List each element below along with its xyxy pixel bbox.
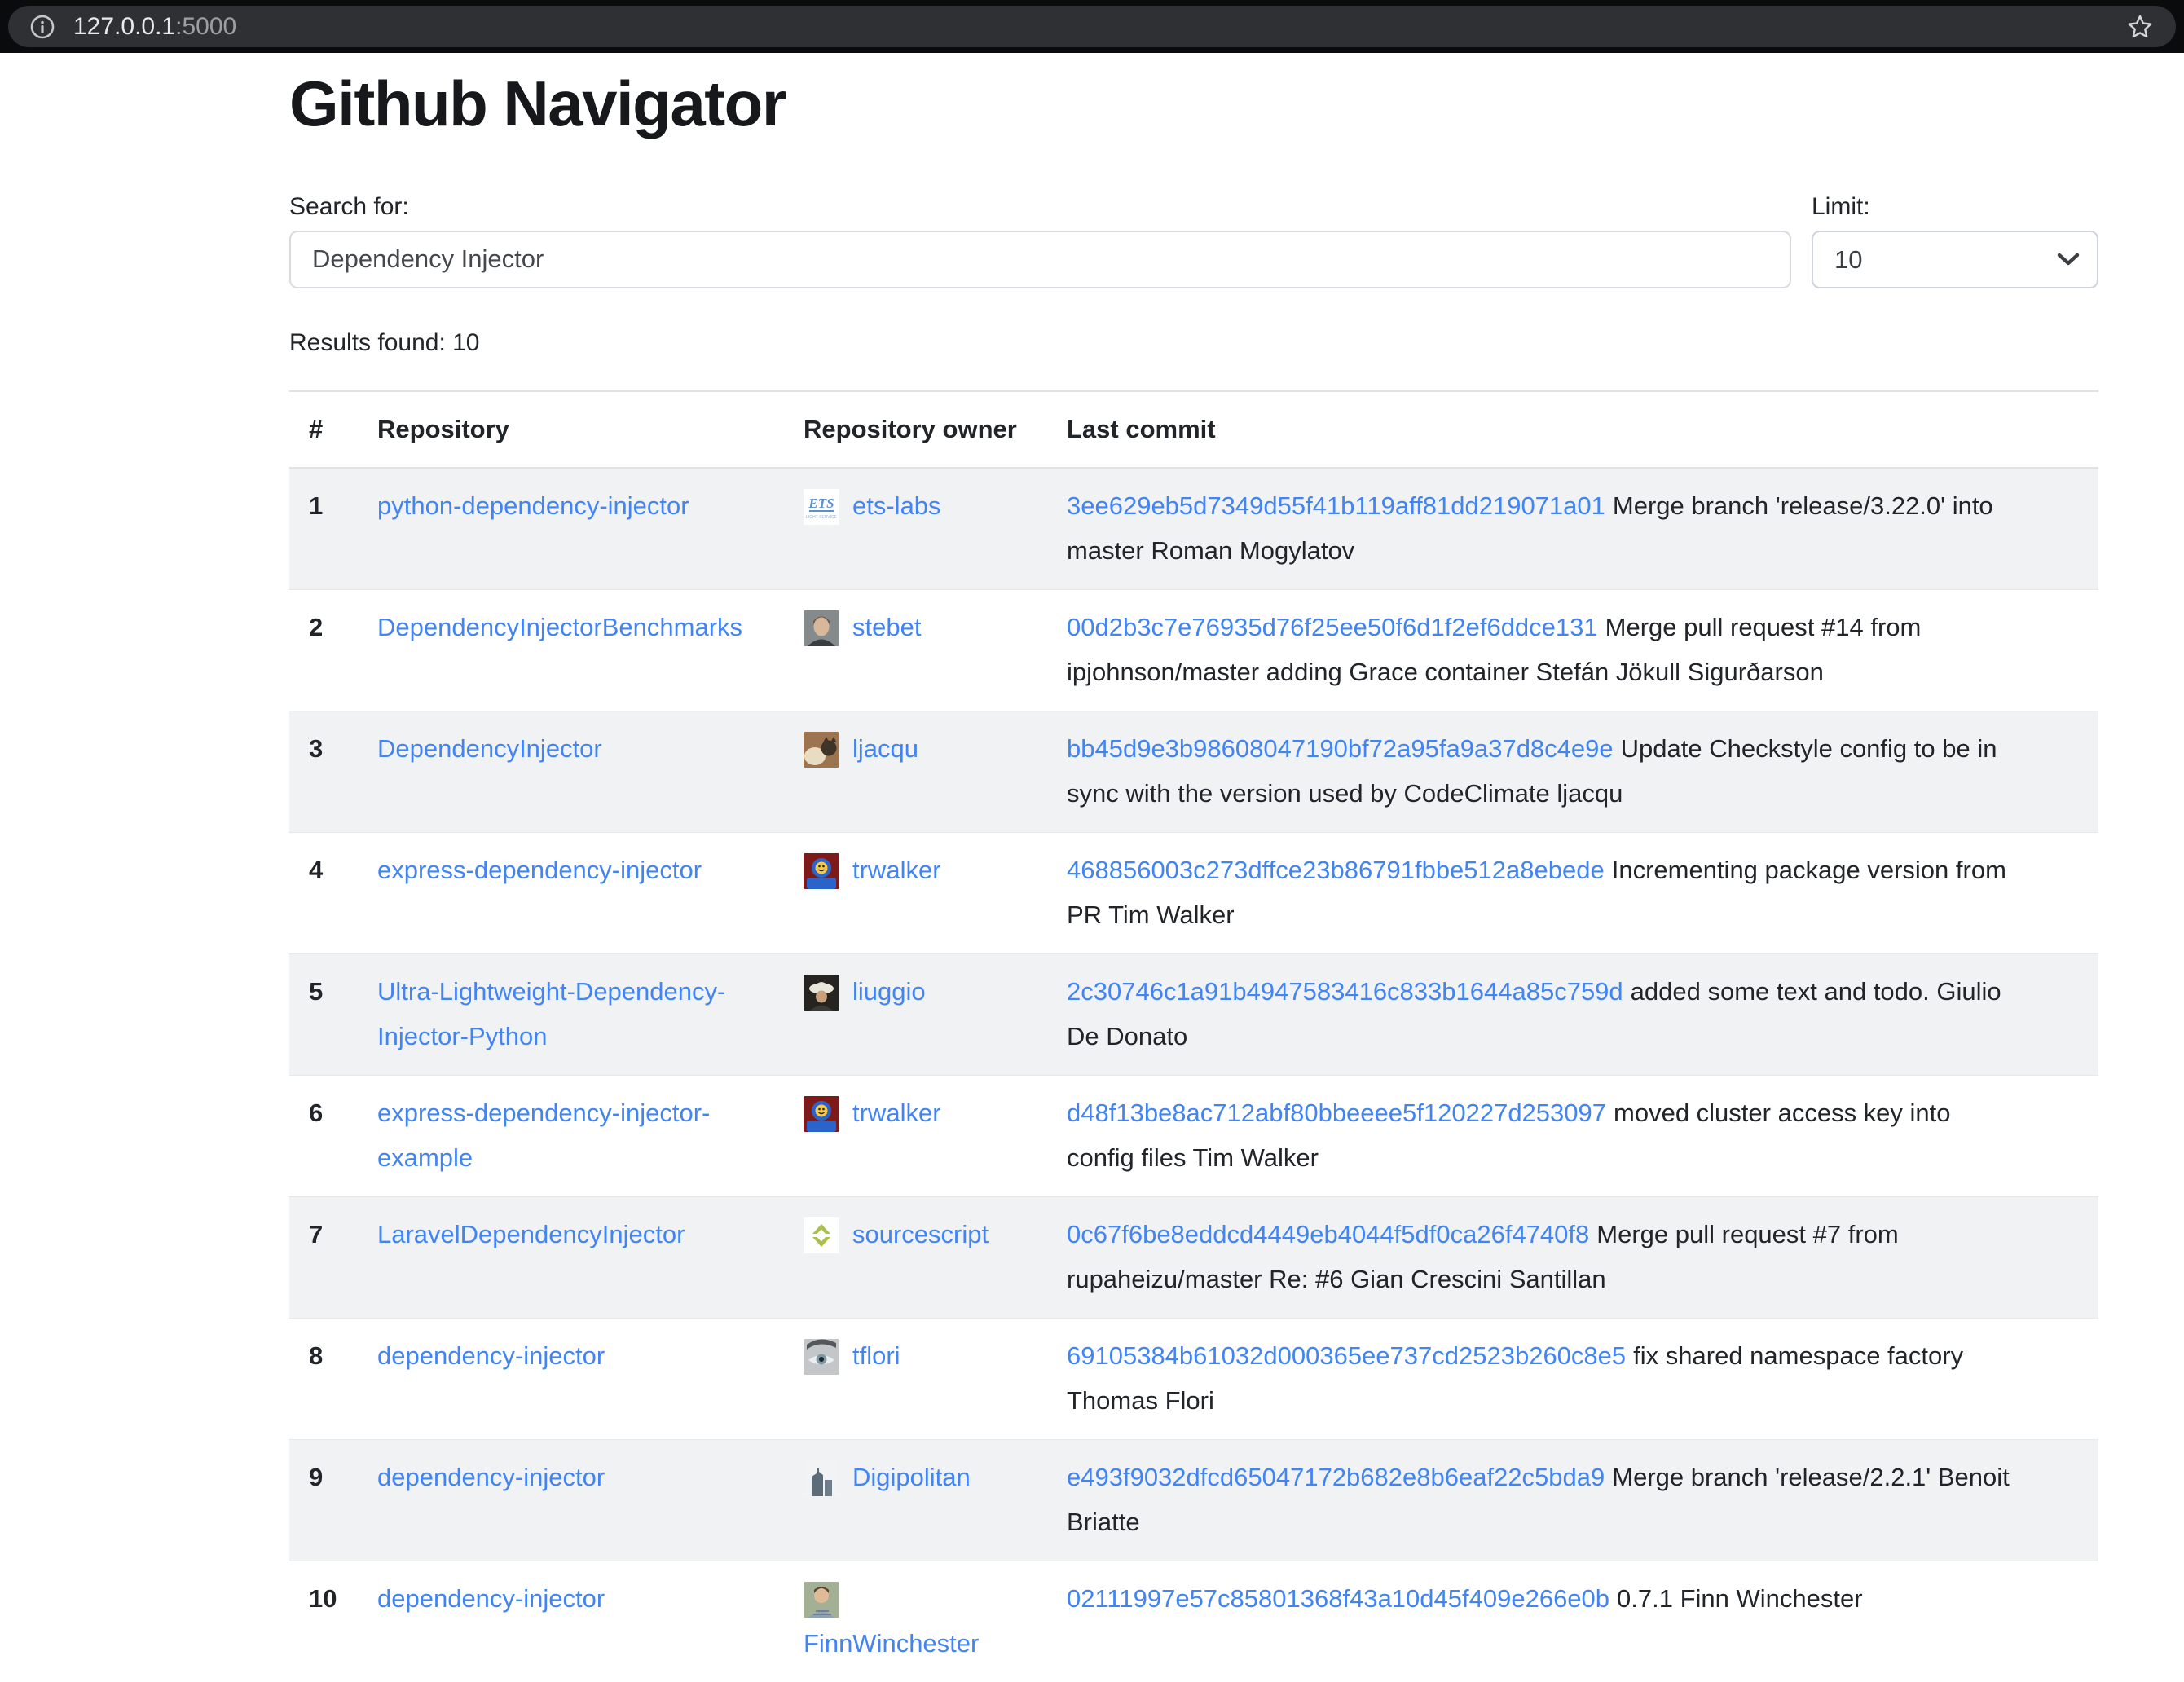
row-number: 9 (289, 1439, 358, 1561)
main-container: Github Navigator Search for: Limit: 10 R… (289, 66, 2098, 1682)
owner-link[interactable]: ljacqu (852, 734, 918, 763)
results-count: Results found: 10 (289, 328, 2098, 358)
ljacqu-avatar-image (804, 732, 839, 768)
repository-link[interactable]: express-dependency-injector (377, 856, 702, 884)
col-header-lastcommit: Last commit (1047, 391, 2098, 468)
table-header-row: # Repository Repository owner Last commi… (289, 391, 2098, 468)
url-port: :5000 (175, 13, 236, 41)
stebet-avatar-image (804, 610, 839, 646)
commit-hash-link[interactable]: bb45d9e3b98608047190bf72a95fa9a37d8c4e9e (1067, 734, 1614, 763)
repository-link[interactable]: dependency-injector (377, 1463, 605, 1491)
owner-link[interactable]: trwalker (852, 1099, 941, 1127)
commit-hash-link[interactable]: 2c30746c1a91b4947583416c833b1644a85c759d (1067, 977, 1623, 1006)
table-row: 3 DependencyInjector ljacqu bb45d9e3b986… (289, 711, 2098, 832)
table-row: 7 LaravelDependencyInjector sourcescript… (289, 1196, 2098, 1318)
owner-link[interactable]: sourcescript (852, 1220, 989, 1248)
commit-hash-link[interactable]: 00d2b3c7e76935d76f25ee50f6d1f2ef6ddce131 (1067, 613, 1598, 641)
owner-link[interactable]: liuggio (852, 977, 926, 1006)
commit-hash-link[interactable]: 69105384b61032d000365ee737cd2523b260c8e5 (1067, 1341, 1626, 1370)
row-number: 8 (289, 1318, 358, 1439)
row-number: 3 (289, 711, 358, 832)
owner-link[interactable]: ets-labs (852, 491, 941, 520)
site-info-icon[interactable] (29, 14, 55, 40)
owner-link[interactable]: stebet (852, 613, 921, 641)
trwalker-avatar-image (804, 1096, 839, 1132)
repository-link[interactable]: python-dependency-injector (377, 491, 689, 520)
browser-chrome: 127.0.0.1:5000 (0, 0, 2184, 53)
table-row: 2 DependencyInjectorBenchmarks stebet 00… (289, 589, 2098, 711)
commit-hash-link[interactable]: 0c67f6be8eddcd4449eb4044f5df0ca26f4740f8 (1067, 1220, 1589, 1248)
repositories-table: # Repository Repository owner Last commi… (289, 390, 2098, 1682)
owner-link[interactable]: FinnWinchester (804, 1629, 979, 1658)
ets-labs-avatar-image: ETS LIGHT SERVICE (804, 489, 839, 525)
url-host: 127.0.0.1 (73, 13, 175, 41)
row-number: 2 (289, 589, 358, 711)
sourcescript-avatar-image (804, 1217, 839, 1253)
owner-link[interactable]: tflori (852, 1341, 900, 1370)
table-row: 5 Ultra-Lightweight-Dependency-Injector-… (289, 953, 2098, 1075)
table-row: 1 python-dependency-injector ETS LIGHT SE… (289, 468, 2098, 590)
commit-message: 0.7.1 Finn Winchester (1617, 1584, 1863, 1613)
trwalker-avatar-image (804, 853, 839, 889)
table-row: 9 dependency-injector Digipolitan e493f9… (289, 1439, 2098, 1561)
liuggio-avatar-image (804, 975, 839, 1011)
owner-link[interactable]: Digipolitan (852, 1463, 971, 1491)
row-number: 6 (289, 1075, 358, 1196)
row-number: 10 (289, 1561, 358, 1682)
repository-link[interactable]: DependencyInjector (377, 734, 602, 763)
commit-hash-link[interactable]: 02111997e57c85801368f43a10d45f409e266e0b (1067, 1584, 1609, 1613)
svg-text:ETS: ETS (808, 495, 834, 511)
repository-link[interactable]: LaravelDependencyInjector (377, 1220, 685, 1248)
table-row: 4 express-dependency-injector trwalker 4… (289, 832, 2098, 953)
limit-label: Limit: (1812, 193, 2098, 221)
repository-link[interactable]: dependency-injector (377, 1341, 605, 1370)
svg-text:LIGHT SERVICE: LIGHT SERVICE (806, 515, 838, 520)
tflori-avatar-image (804, 1339, 839, 1375)
owner-link[interactable]: trwalker (852, 856, 941, 884)
commit-hash-link[interactable]: d48f13be8ac712abf80bbeeee5f120227d253097 (1067, 1099, 1606, 1127)
finnwinchester-avatar-image (804, 1582, 839, 1618)
row-number: 7 (289, 1196, 358, 1318)
row-number: 1 (289, 468, 358, 590)
repository-link[interactable]: Ultra-Lightweight-Dependency-Injector-Py… (377, 977, 725, 1050)
commit-hash-link[interactable]: e493f9032dfcd65047172b682e8b6eaf22c5bda9 (1067, 1463, 1605, 1491)
col-header-number: # (289, 391, 358, 468)
table-row: 8 dependency-injector tflori 69105384b61… (289, 1318, 2098, 1439)
search-input[interactable] (289, 231, 1791, 288)
address-bar[interactable]: 127.0.0.1:5000 (8, 6, 2176, 47)
page-title: Github Navigator (289, 66, 2098, 143)
col-header-repository: Repository (358, 391, 784, 468)
bookmark-star-icon[interactable] (2125, 12, 2155, 42)
search-form: Search for: Limit: 10 (289, 193, 2098, 288)
repository-link[interactable]: express-dependency-injector-example (377, 1099, 710, 1172)
digipolitan-avatar-image (804, 1460, 839, 1496)
row-number: 4 (289, 832, 358, 953)
commit-hash-link[interactable]: 468856003c273dffce23b86791fbbe512a8ebede (1067, 856, 1605, 884)
repository-link[interactable]: DependencyInjectorBenchmarks (377, 613, 742, 641)
col-header-owner: Repository owner (784, 391, 1047, 468)
search-label: Search for: (289, 193, 1791, 221)
table-row: 6 express-dependency-injector-example tr… (289, 1075, 2098, 1196)
commit-hash-link[interactable]: 3ee629eb5d7349d55f41b119aff81dd219071a01 (1067, 491, 1605, 520)
limit-select[interactable]: 10 (1812, 231, 2098, 288)
repository-link[interactable]: dependency-injector (377, 1584, 605, 1613)
table-row: 10 dependency-injector FinnWinchester 02… (289, 1561, 2098, 1682)
row-number: 5 (289, 953, 358, 1075)
